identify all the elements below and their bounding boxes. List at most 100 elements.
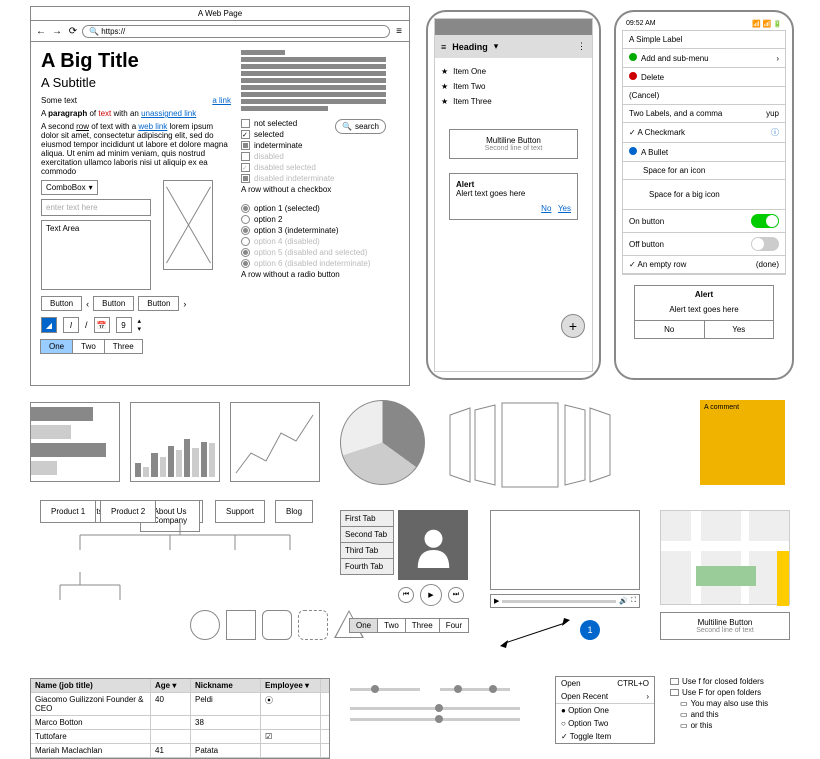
no-button[interactable]: No [635, 321, 705, 338]
multiline-button[interactable]: Multiline Button Second line of text [449, 129, 578, 159]
toggle-off[interactable] [751, 237, 779, 251]
tree-node[interactable]: Support [215, 500, 265, 523]
tree-item[interactable]: ▭or this [680, 720, 800, 731]
color-icon[interactable]: ◢ [41, 317, 57, 333]
list-item[interactable]: ★Item Three [441, 94, 586, 109]
tab[interactable]: Two [377, 618, 406, 633]
no-button[interactable]: No [541, 204, 551, 213]
menu-item[interactable]: ✓ Toggle Item [556, 730, 654, 743]
volume-icon[interactable]: 🔊 [619, 597, 628, 605]
list-item[interactable]: Space for a big icon [623, 180, 785, 210]
list-item[interactable]: (Cancel) [623, 87, 785, 105]
fab-add-button[interactable]: + [561, 314, 585, 338]
tab[interactable]: Third Tab [340, 542, 394, 559]
radio[interactable] [241, 204, 250, 213]
chevron-down-icon[interactable]: ▾ [494, 41, 499, 52]
tree-node[interactable]: Blog [275, 500, 313, 523]
list-item[interactable]: Two Labels, and a commayup [623, 105, 785, 123]
double-arrow [500, 618, 570, 648]
video-player[interactable] [490, 510, 640, 590]
multiline-button[interactable]: Multiline Button Second line of text [660, 612, 790, 640]
table-row[interactable]: Tuttofare☑ [31, 730, 329, 744]
italic-icon[interactable]: I [63, 317, 79, 333]
table-row[interactable]: Mariah Maclachlan41Patata [31, 744, 329, 758]
coverflow[interactable] [440, 400, 620, 490]
tree-item[interactable]: ▭You may also use this [680, 698, 800, 709]
tab[interactable]: Four [439, 618, 469, 633]
list-item[interactable]: Delete [623, 68, 785, 87]
list-item[interactable]: ★Item Two [441, 79, 586, 94]
calendar-icon[interactable]: 📅 [94, 317, 110, 333]
prev-icon[interactable]: ⏮ [398, 587, 414, 603]
slider[interactable] [350, 688, 420, 691]
next-icon[interactable]: ⏭ [448, 587, 464, 603]
stepper-arrows[interactable]: ▴▾ [138, 317, 142, 333]
forward-icon[interactable]: → [50, 24, 64, 38]
table-row[interactable]: Marco Botton38 [31, 716, 329, 730]
list-item[interactable]: A Simple Label [623, 31, 785, 49]
menu-item[interactable]: Open Recent› [556, 690, 654, 703]
tree-node[interactable]: Product 2 [100, 500, 156, 523]
radio[interactable] [241, 226, 250, 235]
yes-button[interactable]: Yes [705, 321, 774, 338]
reload-icon[interactable]: ⟳ [66, 24, 80, 38]
list-item[interactable]: Add and sub-menu› [623, 49, 785, 68]
sticky-note[interactable]: A comment [700, 400, 785, 485]
slider[interactable] [350, 718, 520, 721]
more-icon[interactable]: ⋮ [577, 41, 586, 52]
button-2[interactable]: Button [138, 296, 179, 311]
address-bar[interactable]: 🔍 https:// [82, 25, 390, 38]
search-input[interactable]: 🔍 search [335, 119, 386, 134]
tab[interactable]: One [349, 618, 378, 633]
menu-item[interactable]: OpenCTRL+O [556, 677, 654, 690]
tab[interactable]: Three [405, 618, 440, 633]
back-icon[interactable]: ← [34, 24, 48, 38]
checkbox[interactable] [241, 141, 250, 150]
menu-item[interactable]: ○ Option Two [556, 717, 654, 730]
range-slider[interactable] [440, 688, 510, 691]
tree-item[interactable]: ▭and this [680, 709, 800, 720]
menu-icon[interactable]: ≡ [392, 24, 406, 38]
check-icon: ✓ [629, 260, 636, 269]
back-button[interactable]: Button [93, 296, 134, 311]
media-controls: ⏮ ▶ ⏭ [398, 584, 464, 606]
yes-button[interactable]: Yes [558, 204, 571, 213]
star-icon: ★ [441, 97, 448, 106]
tree-node[interactable]: Product 1 [40, 500, 96, 523]
list-item[interactable]: A Bullet [623, 143, 785, 162]
slider[interactable] [350, 707, 520, 710]
fullscreen-icon[interactable]: ⛶ [631, 597, 636, 605]
text-input[interactable]: enter text here [41, 199, 151, 216]
minus-icon [629, 72, 637, 80]
menu-icon[interactable]: ≡ [441, 42, 446, 52]
button[interactable]: Button [41, 296, 82, 311]
tab[interactable]: Fourth Tab [340, 558, 394, 575]
list-item[interactable]: ★Item One [441, 64, 586, 79]
progress-bar[interactable] [502, 600, 616, 603]
list-item[interactable]: ✓ A Checkmarkⓘ [623, 123, 785, 143]
map[interactable] [660, 510, 790, 605]
checkbox[interactable] [241, 119, 250, 128]
a-link[interactable]: a link [212, 96, 231, 105]
menu-item[interactable]: ● Option One [556, 704, 654, 717]
combobox[interactable]: ComboBox▾ [41, 180, 98, 195]
tab[interactable]: Second Tab [340, 526, 394, 543]
checkbox[interactable] [241, 130, 250, 139]
table-row[interactable]: Giacomo Guilizzoni Founder & CEO40Peldi⦿ [31, 693, 329, 716]
list-item[interactable]: Space for an icon [623, 162, 785, 180]
radio[interactable] [241, 215, 250, 224]
tree-item[interactable]: Use F for open folders [670, 687, 800, 698]
play-icon[interactable]: ▶ [420, 584, 442, 606]
bar-chart [130, 402, 220, 482]
list-item[interactable]: ✓ An empty row(done) [623, 256, 785, 274]
tab[interactable]: First Tab [340, 510, 394, 527]
tree-item[interactable]: Use f for closed folders [670, 676, 800, 687]
video-controls: ▶ 🔊 ⛶ [490, 594, 640, 608]
segmented-control[interactable]: One Two Three [41, 339, 231, 354]
status-bar [435, 19, 592, 35]
textarea[interactable]: Text Area [41, 220, 151, 290]
stepper[interactable]: 9 [116, 317, 132, 333]
toggle-on[interactable] [751, 214, 779, 228]
shapes [190, 610, 364, 640]
play-icon[interactable]: ▶ [494, 597, 499, 605]
